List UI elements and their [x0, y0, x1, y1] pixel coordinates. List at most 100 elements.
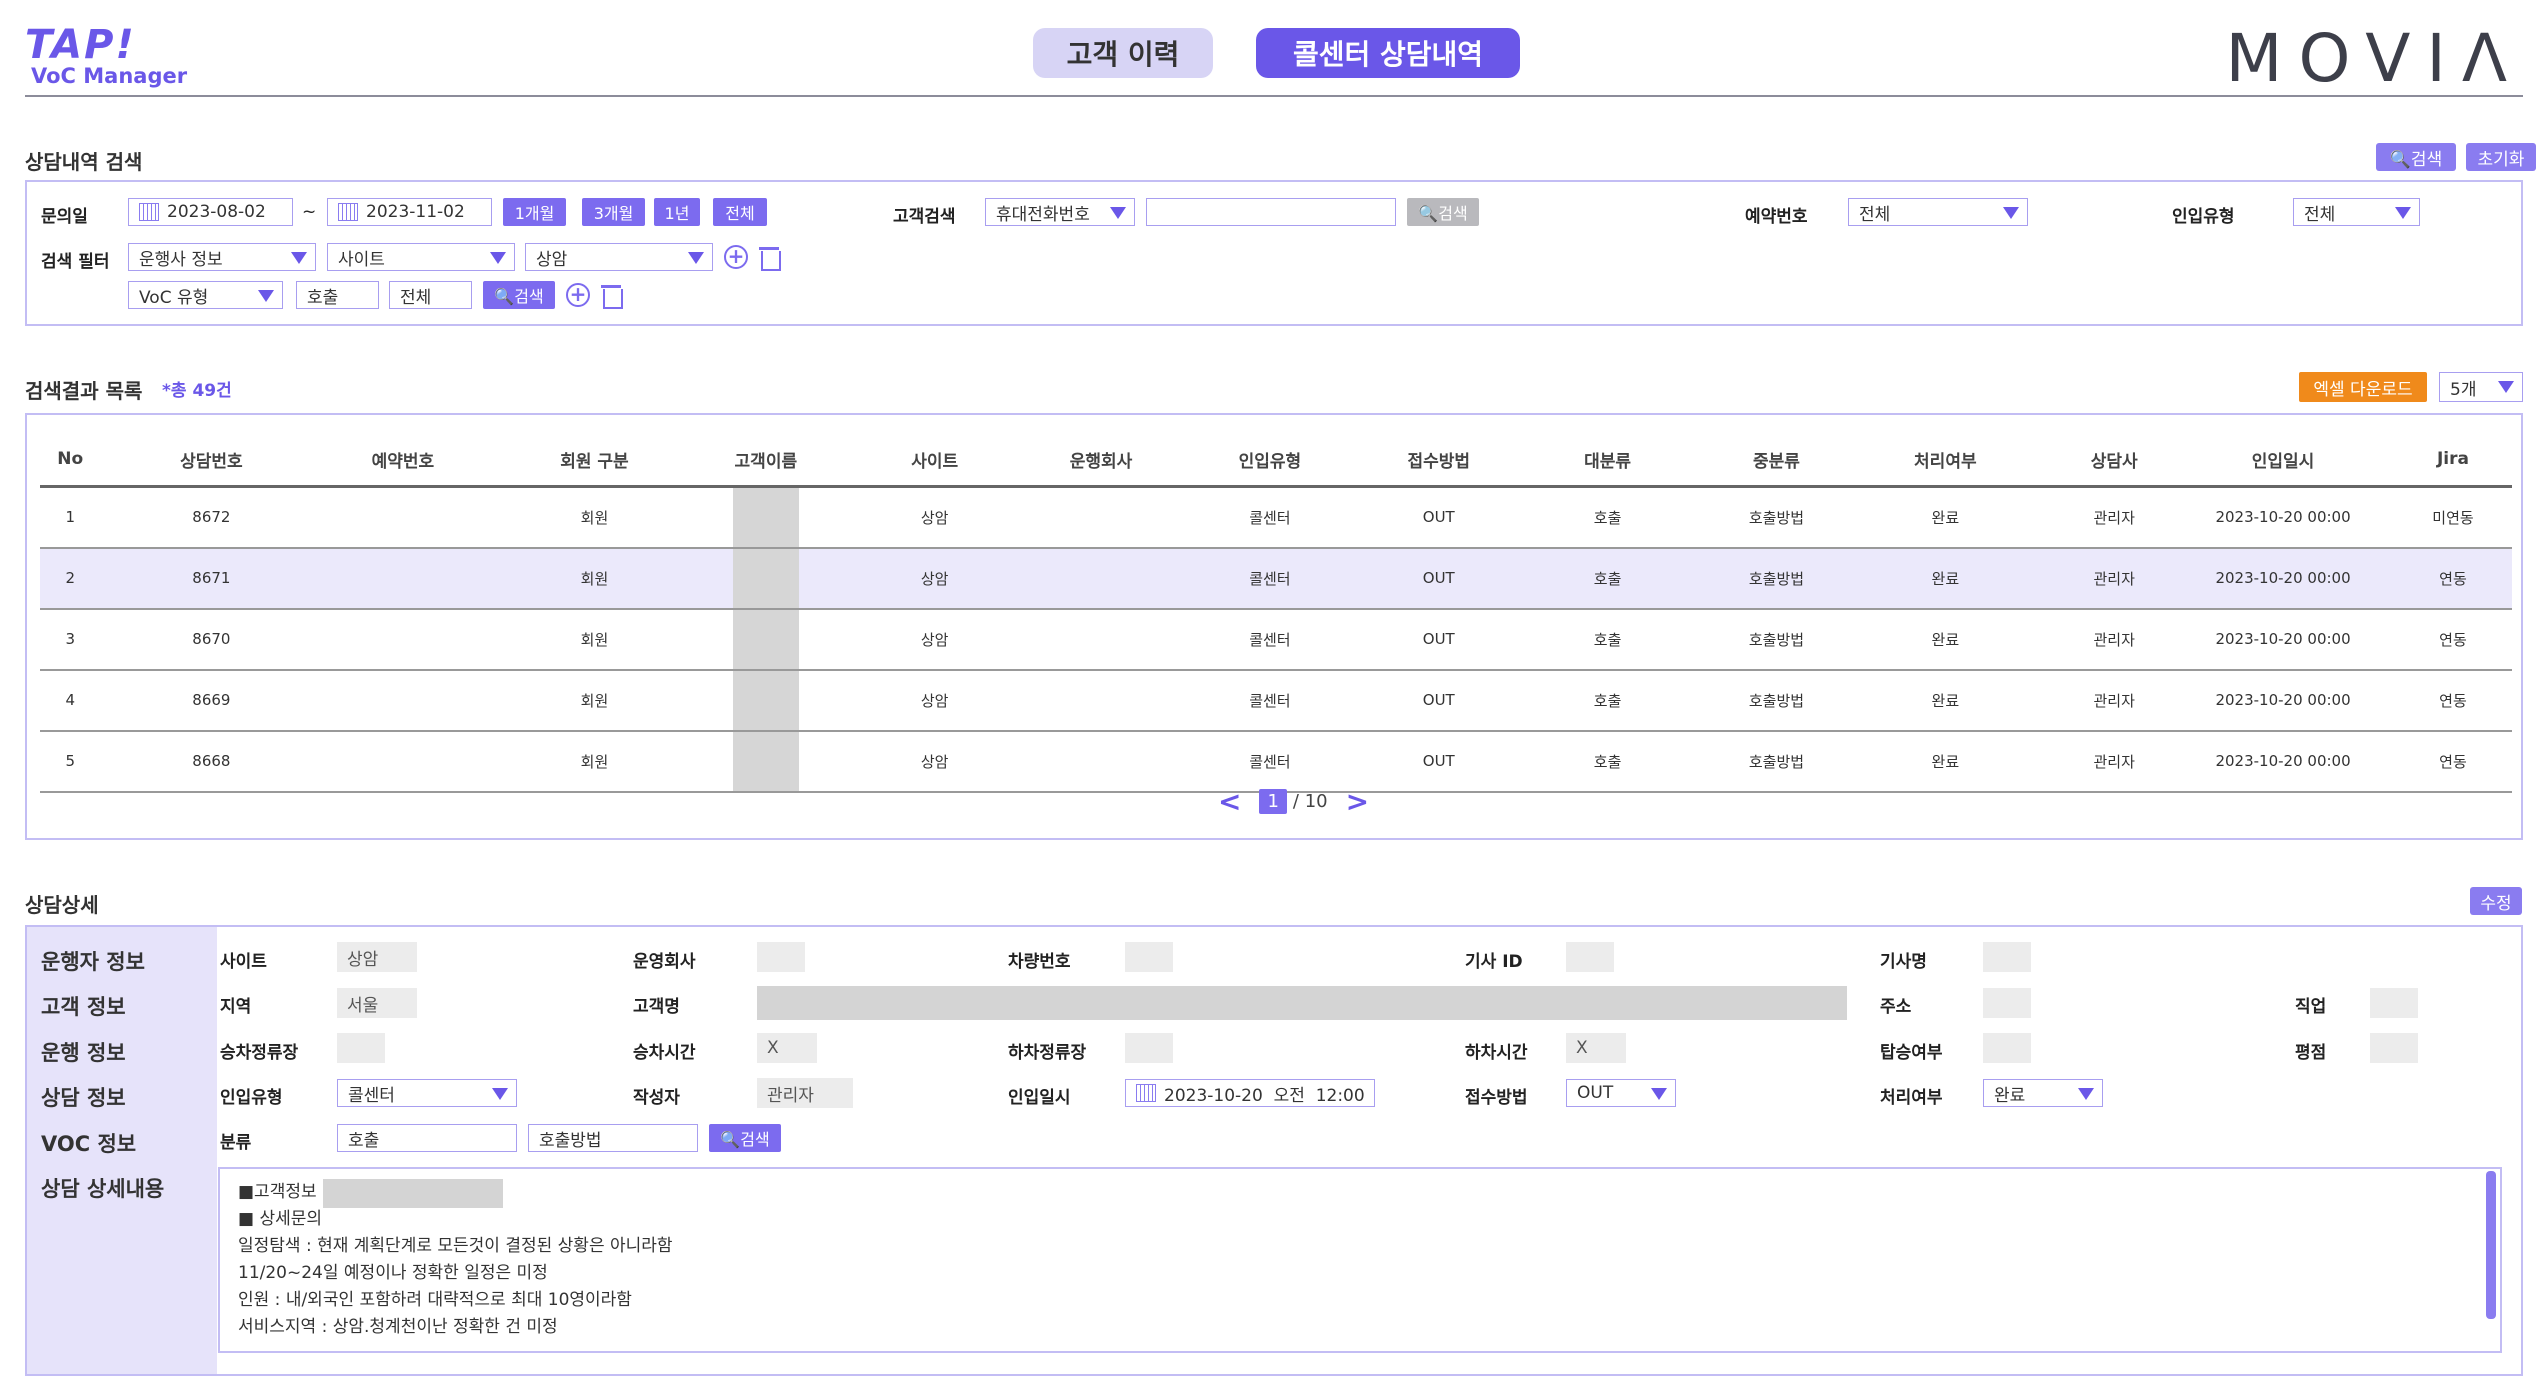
page-size-select[interactable]: 5개 [2439, 372, 2523, 402]
redacted-block [732, 670, 799, 730]
column-header[interactable]: 중분류 [1718, 434, 1835, 488]
range-1month-button[interactable]: 1개월 [503, 198, 566, 226]
date-to-field[interactable]: 2023-11-02 [327, 198, 492, 226]
customer-info-redacted [323, 1179, 503, 1208]
cell-no: 2 [40, 547, 101, 610]
edit-button[interactable]: 수정 [2470, 887, 2522, 915]
content-line-text: ■고객정보 [238, 1182, 317, 1202]
column-header[interactable]: 예약번호 [322, 434, 484, 488]
filter1-category-value: 운행사 정보 [139, 249, 223, 270]
side-label-operation: 운행 정보 [41, 1041, 126, 1065]
excel-download-button[interactable]: 엑셀 다운로드 [2299, 372, 2427, 402]
filter2-category-select[interactable]: VoC 유형 [128, 281, 283, 309]
category2-input[interactable]: 호출방법 [528, 1124, 698, 1152]
inflow-type-select[interactable]: 전체 [2293, 198, 2420, 226]
cell-jira: 연동 [2393, 608, 2512, 671]
filter-search-button[interactable]: 🔍검색 [483, 281, 555, 309]
consultation-content[interactable]: ■고객정보 ■ 상세문의 일정탐색 : 현재 계획단계로 모든것이 결정된 상황… [218, 1167, 2502, 1353]
trash-icon[interactable] [759, 245, 781, 271]
cell-customer-name [705, 730, 827, 793]
current-page[interactable]: 1 [1259, 788, 1287, 814]
table-row[interactable]: 4 8669 회원 상암 콜센터 OUT 호출 호출방법 완료 관리자 2023… [40, 669, 2512, 732]
column-header[interactable]: Jira [2393, 434, 2512, 488]
cell-status: 완료 [1834, 730, 2057, 793]
tab-customer-history[interactable]: 고객 이력 [1033, 28, 1213, 78]
range-all-button[interactable]: 전체 [713, 198, 767, 226]
table-header-row: No 상담번호 예약번호 회원 구분 고객이름 사이트 운행회사 인입유형 접수… [40, 434, 2512, 488]
filter-label: 검색 필터 [41, 252, 110, 272]
table-row[interactable]: 5 8668 회원 상암 콜센터 OUT 호출 호출방법 완료 관리자 2023… [40, 730, 2512, 793]
filter1-field-select[interactable]: 사이트 [327, 243, 515, 271]
cell-company [1043, 547, 1159, 610]
column-header[interactable]: 운행회사 [1043, 434, 1159, 488]
tab-callcenter-consultation[interactable]: 콜센터 상담내역 [1256, 28, 1520, 78]
column-header[interactable]: 고객이름 [705, 434, 827, 488]
tap-logo[interactable]: TAP! VoC Manager [25, 22, 215, 92]
table-row[interactable]: 3 8670 회원 상암 콜센터 OUT 호출 호출방법 완료 관리자 2023… [40, 608, 2512, 671]
filter2-field-input[interactable]: 호출 [296, 281, 379, 309]
table-row[interactable]: 1 8672 회원 상암 콜센터 OUT 호출 호출방법 완료 관리자 2023… [40, 486, 2512, 549]
cell-status: 완료 [1834, 547, 2057, 610]
content-scrollbar[interactable] [2486, 1171, 2496, 1319]
cell-reservation [322, 547, 484, 610]
board-stop-value [337, 1033, 385, 1063]
inflow-type-value: 전체 [2304, 204, 2336, 225]
cell-inflow: 콜센터 [1159, 608, 1381, 671]
category-search-button[interactable]: 🔍검색 [709, 1124, 781, 1152]
filter2-value-input[interactable]: 전체 [389, 281, 472, 309]
chevron-left-icon[interactable]: < [1218, 785, 1241, 818]
range-1year-button[interactable]: 1년 [654, 198, 700, 226]
total-pages: / 10 [1292, 790, 1328, 812]
column-header[interactable]: 접수방법 [1380, 434, 1497, 488]
reservation-select[interactable]: 전체 [1848, 198, 2028, 226]
cell-site: 상암 [826, 547, 1044, 610]
column-header[interactable]: 상담번호 [100, 434, 323, 488]
search-button[interactable]: 🔍검색 [2376, 143, 2456, 171]
detail-status-select[interactable]: 완료 [1983, 1079, 2103, 1107]
cell-category1: 호출 [1496, 608, 1719, 671]
range-3month-button[interactable]: 3개월 [582, 198, 645, 226]
page-size-value: 5개 [2450, 379, 2477, 400]
date-from-field[interactable]: 2023-08-02 [128, 198, 293, 226]
column-header[interactable]: 사이트 [826, 434, 1044, 488]
category-label: 분류 [220, 1133, 252, 1153]
cell-status: 완료 [1834, 608, 2057, 671]
cell-jira: 미연동 [2393, 486, 2512, 549]
filter1-value-select[interactable]: 상암 [525, 243, 713, 271]
filter1-category-select[interactable]: 운행사 정보 [128, 243, 316, 271]
column-header[interactable]: 회원 구분 [483, 434, 706, 488]
chevron-right-icon[interactable]: > [1346, 785, 1369, 818]
address-value [1983, 988, 2031, 1018]
column-header[interactable]: 인입일시 [2172, 434, 2394, 488]
add-filter-icon[interactable]: + [724, 245, 748, 269]
reset-button[interactable]: 초기화 [2466, 143, 2536, 171]
cell-id: 8672 [100, 486, 323, 549]
detail-method-label: 접수방법 [1465, 1088, 1528, 1108]
column-header[interactable]: 대분류 [1496, 434, 1719, 488]
reservation-label: 예약번호 [1745, 207, 1808, 227]
pagination: < 1 / 10 > [1200, 785, 1387, 818]
trash-icon[interactable] [601, 283, 623, 309]
cell-time: 2023-10-20 00:00 [2172, 486, 2394, 549]
table-row-selected[interactable]: 2 8671 회원 상암 콜센터 OUT 호출 호출방법 완료 관리자 2023… [40, 547, 2512, 610]
column-header[interactable]: 처리여부 [1834, 434, 2057, 488]
customer-search-type-select[interactable]: 휴대전화번호 [985, 198, 1135, 226]
cell-reservation [322, 669, 484, 732]
cell-agent: 관리자 [2056, 608, 2173, 671]
column-header[interactable]: 상담사 [2056, 434, 2173, 488]
customer-search-input[interactable] [1146, 198, 1396, 226]
chevron-down-icon [688, 252, 704, 264]
detail-method-select[interactable]: OUT [1566, 1079, 1676, 1107]
results-table: No 상담번호 예약번호 회원 구분 고객이름 사이트 운행회사 인입유형 접수… [40, 434, 2512, 793]
cell-site: 상암 [826, 486, 1044, 549]
inflow-time-field[interactable]: 2023-10-20 오전 12:00 [1125, 1079, 1375, 1107]
cell-no: 3 [40, 608, 101, 671]
cell-company [1043, 730, 1159, 793]
category1-input[interactable]: 호출 [337, 1124, 517, 1152]
column-header[interactable]: No [40, 434, 101, 488]
add-filter-icon[interactable]: + [566, 283, 590, 307]
column-header[interactable]: 인입유형 [1159, 434, 1381, 488]
driver-name-value [1983, 942, 2031, 972]
detail-inflow-select[interactable]: 콜센터 [337, 1079, 517, 1107]
customer-search-button[interactable]: 🔍검색 [1407, 198, 1479, 226]
